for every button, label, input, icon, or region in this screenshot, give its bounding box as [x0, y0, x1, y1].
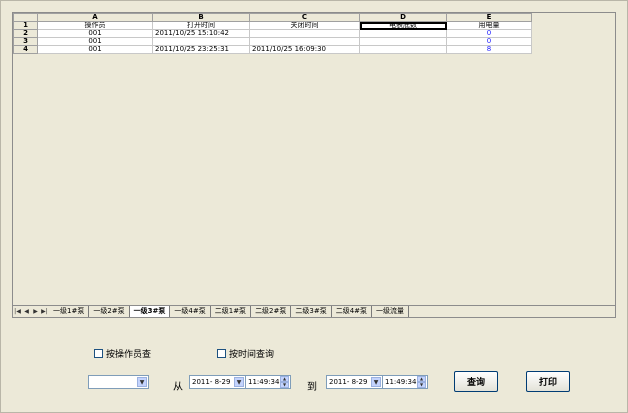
from-label: 从 [173, 382, 183, 393]
sheet-tab[interactable]: 二级4#泵 [332, 306, 373, 317]
cell[interactable] [249, 37, 360, 46]
cell[interactable]: 操作员 [37, 21, 153, 30]
sheet-tab[interactable]: 二级3#泵 [291, 306, 332, 317]
sheet-tab[interactable]: 一级流量 [372, 306, 410, 317]
sheet-tab[interactable]: 一级1#泵 [49, 306, 90, 317]
first-sheet-icon[interactable]: |◀ [13, 307, 22, 317]
cell[interactable] [359, 45, 447, 54]
by-operator-option[interactable]: 按操作员查 [94, 347, 151, 360]
cell[interactable] [152, 37, 250, 46]
calendar-dropdown-icon[interactable]: ▼ [371, 377, 381, 387]
column-header[interactable]: D [359, 13, 447, 22]
sheet-tab[interactable]: 二级1#泵 [211, 306, 252, 317]
table-row: 1 操作员 打开时间 关闭时间 电表底数 用电量 [13, 21, 532, 30]
to-time-value[interactable]: 11:49:34 [383, 378, 417, 386]
cell[interactable]: 2011/10/25 23:25:31 [152, 45, 250, 54]
sheet-tab-active[interactable]: 一级3#泵 [129, 306, 171, 317]
prev-sheet-icon[interactable]: ◀ [22, 307, 31, 317]
cell[interactable]: 001 [37, 45, 153, 54]
print-button[interactable]: 打印 [526, 371, 570, 392]
sheet-tab-bar: |◀ ◀ ▶ ▶| 一级1#泵 一级2#泵 一级3#泵 一级4#泵 二级1#泵 … [13, 305, 615, 317]
sheet-tab[interactable]: 二级2#泵 [251, 306, 292, 317]
last-sheet-icon[interactable]: ▶| [40, 307, 49, 317]
sheet-tab[interactable]: 一级4#泵 [170, 306, 211, 317]
calendar-dropdown-icon[interactable]: ▼ [234, 377, 244, 387]
by-time-option[interactable]: 按时间查询 [217, 347, 274, 360]
cell[interactable]: 0 [446, 29, 532, 38]
cell[interactable]: 001 [37, 29, 153, 38]
row-header[interactable]: 4 [13, 45, 38, 54]
spreadsheet[interactable]: A B C D E 1 操作员 打开时间 关闭时间 电表底数 用电量 2 001… [12, 12, 616, 318]
cell[interactable]: 关闭时间 [249, 21, 360, 30]
to-label: 到 [307, 382, 317, 393]
column-header[interactable]: B [152, 13, 250, 22]
to-datetime-picker[interactable]: 2011- 8-29 ▼ 11:49:34 ▲ ▼ [326, 375, 428, 389]
main-window: A B C D E 1 操作员 打开时间 关闭时间 电表底数 用电量 2 001… [0, 0, 628, 413]
cell[interactable]: 001 [37, 37, 153, 46]
cell[interactable] [359, 29, 447, 38]
query-button[interactable]: 查询 [454, 371, 498, 392]
selected-cell[interactable]: 电表底数 [359, 21, 447, 30]
cell[interactable] [249, 29, 360, 38]
cell[interactable]: 用电量 [446, 21, 532, 30]
to-date-value[interactable]: 2011- 8-29 [327, 378, 370, 386]
column-header[interactable]: A [37, 13, 153, 22]
from-datetime-picker[interactable]: 2011- 8-29 ▼ 11:49:34 ▲ ▼ [189, 375, 291, 389]
column-header[interactable]: E [446, 13, 532, 22]
cell[interactable]: 打开时间 [152, 21, 250, 30]
table-row: 3 001 0 [13, 37, 532, 46]
next-sheet-icon[interactable]: ▶ [31, 307, 40, 317]
time-spinner-icon[interactable]: ▲ ▼ [417, 376, 426, 388]
operator-select[interactable]: ▼ [88, 375, 149, 389]
chevron-down-icon[interactable]: ▼ [137, 377, 147, 387]
by-time-label: 按时间查询 [229, 350, 275, 360]
time-spinner-icon[interactable]: ▲ ▼ [280, 376, 289, 388]
cell[interactable]: 0 [446, 37, 532, 46]
column-header[interactable]: C [249, 13, 360, 22]
by-operator-label: 按操作员查 [106, 350, 152, 360]
cell[interactable]: 2011/10/25 15:10:42 [152, 29, 250, 38]
cell[interactable] [359, 37, 447, 46]
by-time-checkbox[interactable] [217, 349, 226, 358]
sheet-tab[interactable]: 一级2#泵 [89, 306, 130, 317]
from-time-value[interactable]: 11:49:34 [246, 378, 280, 386]
by-operator-checkbox[interactable] [94, 349, 103, 358]
cell[interactable]: 8 [446, 45, 532, 54]
table-row: 2 001 2011/10/25 15:10:42 0 [13, 29, 532, 38]
spreadsheet-grid[interactable]: A B C D E 1 操作员 打开时间 关闭时间 电表底数 用电量 2 001… [13, 13, 532, 54]
from-date-value[interactable]: 2011- 8-29 [190, 378, 233, 386]
table-row: 4 001 2011/10/25 23:25:31 2011/10/25 16:… [13, 45, 532, 54]
column-header-row: A B C D E [13, 13, 532, 22]
row-header[interactable]: 3 [13, 37, 38, 46]
select-all-corner[interactable] [13, 13, 38, 22]
row-header[interactable]: 2 [13, 29, 38, 38]
row-header[interactable]: 1 [13, 21, 38, 30]
cell[interactable]: 2011/10/25 16:09:30 [249, 45, 360, 54]
